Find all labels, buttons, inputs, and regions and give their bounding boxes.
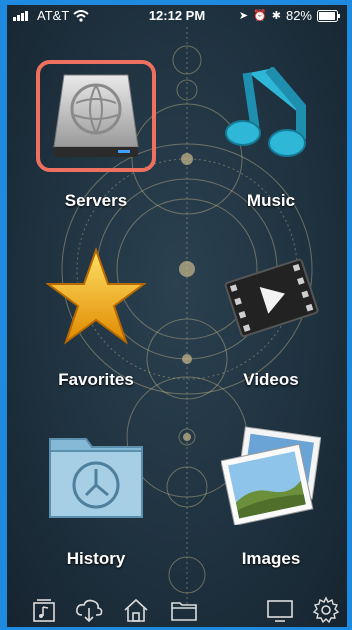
music-library-icon[interactable] <box>29 595 59 625</box>
home-icon[interactable] <box>121 595 151 625</box>
battery-percent: 82% <box>285 8 312 23</box>
music-note-icon <box>225 67 306 157</box>
battery-icon <box>317 9 340 22</box>
images-tile[interactable]: Images <box>196 425 346 595</box>
favorites-tile[interactable]: Favorites <box>21 246 171 416</box>
bottom-toolbar <box>7 593 347 627</box>
star-icon <box>46 246 146 345</box>
cloud-download-icon[interactable] <box>74 595 104 625</box>
folder-icon[interactable] <box>169 595 199 625</box>
status-bar: AT&T 12:12 PM ➤ ⏰ ✱ 82% <box>7 5 347 27</box>
selection-highlight <box>36 60 156 172</box>
images-label: Images <box>241 549 301 568</box>
music-tile[interactable]: Music <box>196 67 346 237</box>
videos-tile[interactable]: Videos <box>196 246 346 416</box>
videos-label: Videos <box>243 370 299 389</box>
bluetooth-icon: ✱ <box>271 10 281 22</box>
music-label: Music <box>246 191 296 210</box>
servers-label: Servers <box>64 191 128 210</box>
gear-icon[interactable] <box>311 595 341 625</box>
favorites-label: Favorites <box>58 370 134 389</box>
photos-icon <box>221 426 321 525</box>
home-screen: AT&T 12:12 PM ➤ ⏰ ✱ 82% Servers Music Fa… <box>7 5 347 627</box>
tv-icon[interactable] <box>265 595 295 625</box>
alarm-icon: ⏰ <box>253 10 267 22</box>
clock-folder-icon <box>49 438 143 518</box>
app-frame: AT&T 12:12 PM ➤ ⏰ ✱ 82% Servers Music Fa… <box>0 0 352 630</box>
history-tile[interactable]: History <box>21 425 171 595</box>
location-icon: ➤ <box>238 10 249 22</box>
film-clip-icon <box>224 258 319 338</box>
history-label: History <box>66 549 126 568</box>
